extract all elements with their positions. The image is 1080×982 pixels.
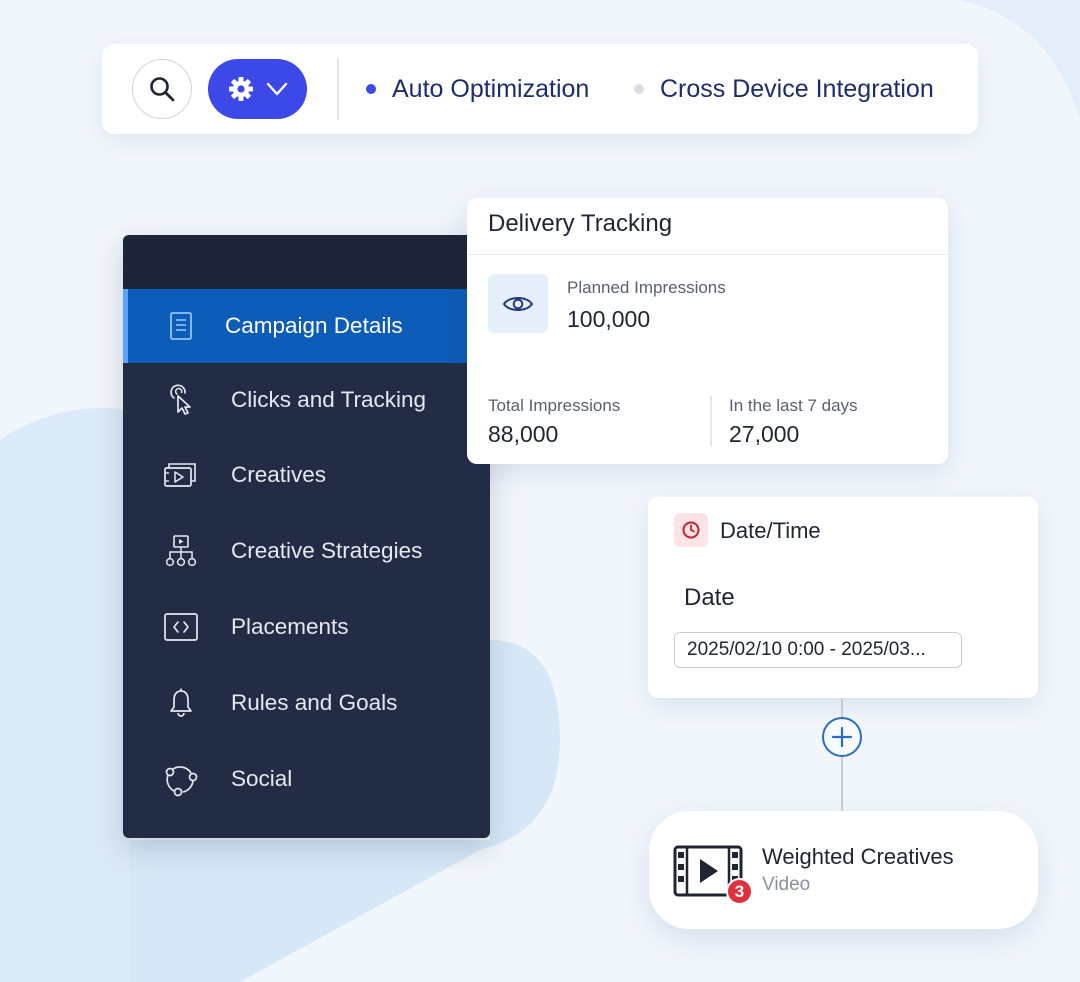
- connector-line: [841, 757, 843, 811]
- sidebar-item-label: Social: [231, 766, 293, 791]
- sidebar-item-clicks-and-tracking[interactable]: Clicks and Tracking: [123, 363, 490, 437]
- last-7-days-value: 27,000: [729, 421, 800, 447]
- plus-icon: [831, 726, 853, 748]
- sidebar-item-label: Rules and Goals: [231, 690, 398, 715]
- hierarchy-icon: [163, 533, 199, 569]
- sidebar-item-label: Campaign Details: [225, 313, 403, 338]
- bell-icon: [163, 685, 199, 721]
- weighted-creatives-subtitle: Video: [762, 874, 811, 895]
- date-range-input[interactable]: 2025/02/10 0:00 - 2025/03...: [674, 632, 962, 668]
- count-badge: 3: [726, 878, 753, 905]
- date-time-card: Date/Time Date 2025/02/10 0:00 - 2025/03…: [648, 497, 1038, 698]
- search-button[interactable]: [132, 59, 192, 119]
- top-toolbar: Auto Optimization Cross Device Integrati…: [102, 44, 978, 134]
- sidebar-item-campaign-details[interactable]: Campaign Details: [123, 289, 490, 363]
- card-title: Date/Time: [720, 518, 821, 543]
- feature-label: Cross Device Integration: [660, 74, 934, 103]
- sidebar-item-placements[interactable]: Placements: [123, 590, 490, 664]
- metric-divider: [710, 396, 712, 446]
- settings-dropdown-button[interactable]: [208, 59, 307, 119]
- eye-icon: [488, 274, 548, 333]
- sidebar-item-creative-strategies[interactable]: Creative Strategies: [123, 514, 490, 588]
- sidebar-item-label: Placements: [231, 614, 349, 639]
- document-icon: [163, 308, 199, 344]
- sidebar-item-creatives[interactable]: Creatives: [123, 438, 490, 512]
- feature-auto-optimization[interactable]: Auto Optimization: [366, 73, 589, 105]
- total-impressions-label: Total Impressions: [488, 396, 621, 415]
- toolbar-divider: [337, 58, 339, 120]
- gear-icon: [228, 77, 253, 101]
- sidebar-item-label: Clicks and Tracking: [231, 387, 427, 412]
- add-step-button[interactable]: [822, 717, 862, 757]
- sidebar-item-label: Creatives: [231, 462, 327, 487]
- weighted-creatives-title: Weighted Creatives: [762, 844, 954, 869]
- sidebar-header: [123, 235, 490, 289]
- status-dot-active: [366, 84, 376, 94]
- card-divider: [467, 254, 948, 255]
- sidebar-item-rules-and-goals[interactable]: Rules and Goals: [123, 666, 490, 740]
- date-label: Date: [684, 584, 735, 611]
- delivery-tracking-card: Delivery Tracking Planned Impressions 10…: [467, 198, 948, 464]
- creatives-icon: [163, 457, 199, 493]
- sidebar-item-label: Creative Strategies: [231, 538, 423, 563]
- feature-cross-device-integration[interactable]: Cross Device Integration: [634, 73, 934, 105]
- clock-icon: [674, 513, 708, 547]
- code-box-icon: [163, 609, 199, 645]
- total-impressions-value: 88,000: [488, 421, 559, 447]
- status-dot-inactive: [634, 84, 644, 94]
- connector-line: [841, 698, 843, 718]
- feature-label: Auto Optimization: [392, 74, 590, 103]
- sidebar-item-social[interactable]: Social: [123, 742, 490, 816]
- sidebar-nav: Campaign Details Clicks and Tracking Cre…: [123, 235, 490, 838]
- last-7-days-label: In the last 7 days: [729, 396, 858, 415]
- weighted-creatives-card[interactable]: 3 Weighted Creatives Video: [649, 811, 1038, 929]
- social-network-icon: [163, 761, 199, 797]
- card-title: Delivery Tracking: [488, 210, 673, 237]
- planned-impressions-value: 100,000: [567, 306, 651, 332]
- chevron-down-icon: [266, 82, 287, 96]
- search-icon: [150, 77, 175, 102]
- cursor-click-icon: [163, 382, 199, 418]
- planned-impressions-label: Planned Impressions: [567, 278, 726, 297]
